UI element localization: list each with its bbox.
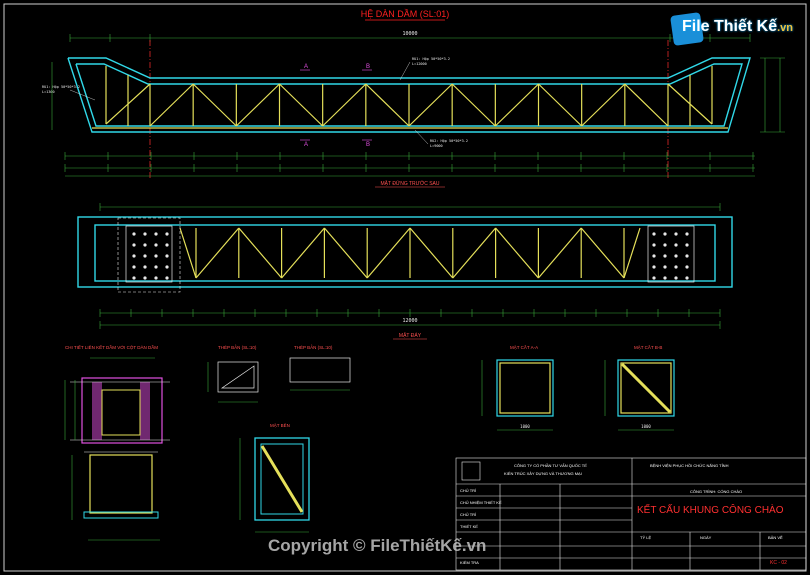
top-dimension-value: 10000	[402, 31, 417, 37]
tb-company: CÔNG TY CỔ PHẦN TƯ VẤN QUỐC TẾ	[514, 463, 587, 468]
cad-drawing-canvas[interactable]: { "drawing": { "title": "HỆ DÀN DẦM (SL:…	[0, 0, 810, 575]
plate1-drawing	[207, 361, 259, 403]
tb-sheet-label: BẢN VẼ	[768, 535, 783, 540]
plate1-caption: THÉP BẢN (SL:10)	[218, 344, 257, 350]
plate2-caption: THÉP BẢN (SL:10)	[294, 344, 333, 350]
svg-text:L=12000: L=12000	[412, 62, 427, 66]
detail-connection	[70, 377, 170, 444]
logo-suffix: .vn	[777, 22, 794, 34]
elevation-dim-chains	[65, 155, 755, 177]
detail-lower-frame	[83, 451, 159, 519]
section-a-width: 1000	[520, 424, 530, 429]
detail-caption: CHI TIẾT LIÊN KẾT DẦM VỚI CỘT DÀN DẦM	[65, 343, 158, 350]
section-marks-top: A B A B	[304, 64, 370, 148]
section-b-caption: MẶT CẮT B-B	[634, 343, 662, 350]
svg-text:B: B	[366, 142, 370, 148]
section-b-width: 1000	[641, 424, 651, 429]
elevation-caption: MẶT ĐỨNG TRƯỚC SAU	[380, 180, 439, 187]
section-cut-lines	[300, 69, 372, 141]
side-caption: MẶT BÊN	[270, 421, 290, 428]
tb-drawing-name: KẾT CẤU KHUNG CÔNG CHÀO	[637, 505, 784, 516]
tb-row-1: CHỦ TRÌ	[460, 488, 477, 493]
tb-client: BỆNH VIỆN PHỤC HỒI CHỨC NĂNG TỈNH	[650, 463, 729, 468]
brand-logo[interactable]: File Thiết Kế.vn	[670, 12, 802, 46]
tb-scale-label: TỶ LỆ	[640, 535, 652, 540]
copyright-watermark: Copyright © FileThiếtKế.vn	[268, 536, 487, 555]
svg-text:A: A	[304, 64, 308, 70]
tb-row-3: CHỦ TRÌ	[460, 512, 477, 517]
plan-top-dims	[99, 203, 721, 211]
tb-row-5: KIỂM TRA	[460, 560, 479, 565]
plan-frame-outline	[77, 216, 733, 288]
detail-lower-dims	[71, 455, 160, 541]
side-view	[239, 437, 310, 533]
plan-dimension-value: 12000	[402, 318, 417, 324]
section-a-view	[481, 359, 554, 431]
section-b-view	[604, 359, 675, 431]
plan-truss-web	[179, 227, 641, 279]
svg-text:A: A	[304, 142, 308, 148]
tb-row-4: THIẾT KẾ	[460, 524, 478, 529]
tb-project: CÔNG TRÌNH: CỔNG CHÀO	[690, 489, 743, 494]
logo-text: File Thiết Kế	[682, 18, 778, 35]
drawing-title: HỆ DÀN DẦM (SL:01)	[361, 9, 450, 19]
svg-text:L=9000: L=9000	[430, 144, 443, 148]
elevation-truss-web	[92, 66, 728, 129]
drawing-svg: HỆ DÀN DẦM (SL:01) 10000 A B A B RU1: Hộ…	[3, 3, 807, 572]
tb-row-2: CHỦ NHIỆM THIẾT KẾ	[460, 500, 502, 505]
svg-text:L=1300: L=1300	[42, 90, 55, 94]
tb-date-label: NGÀY	[700, 535, 712, 540]
svg-text:RU1: Hộp 50*50*3.2: RU1: Hộp 50*50*3.2	[42, 85, 80, 89]
svg-text:B: B	[366, 64, 370, 70]
elevation-side-dims	[51, 57, 785, 133]
tb-company-sub: KIẾN TRÚC XÂY DỰNG VÀ THƯƠNG MẠI	[504, 471, 582, 476]
svg-text:RU2: Hộp 50*50*3.2: RU2: Hộp 50*50*3.2	[430, 139, 468, 143]
plate2-drawing	[289, 357, 351, 391]
plan-caption: MẶT ĐÁY	[399, 332, 422, 339]
tb-sheet-code: KC - 02	[770, 560, 787, 566]
svg-text:RU1: Hộp 50*50*3.2: RU1: Hộp 50*50*3.2	[412, 57, 450, 61]
section-a-caption: MẶT CẮT A-A	[510, 343, 538, 350]
